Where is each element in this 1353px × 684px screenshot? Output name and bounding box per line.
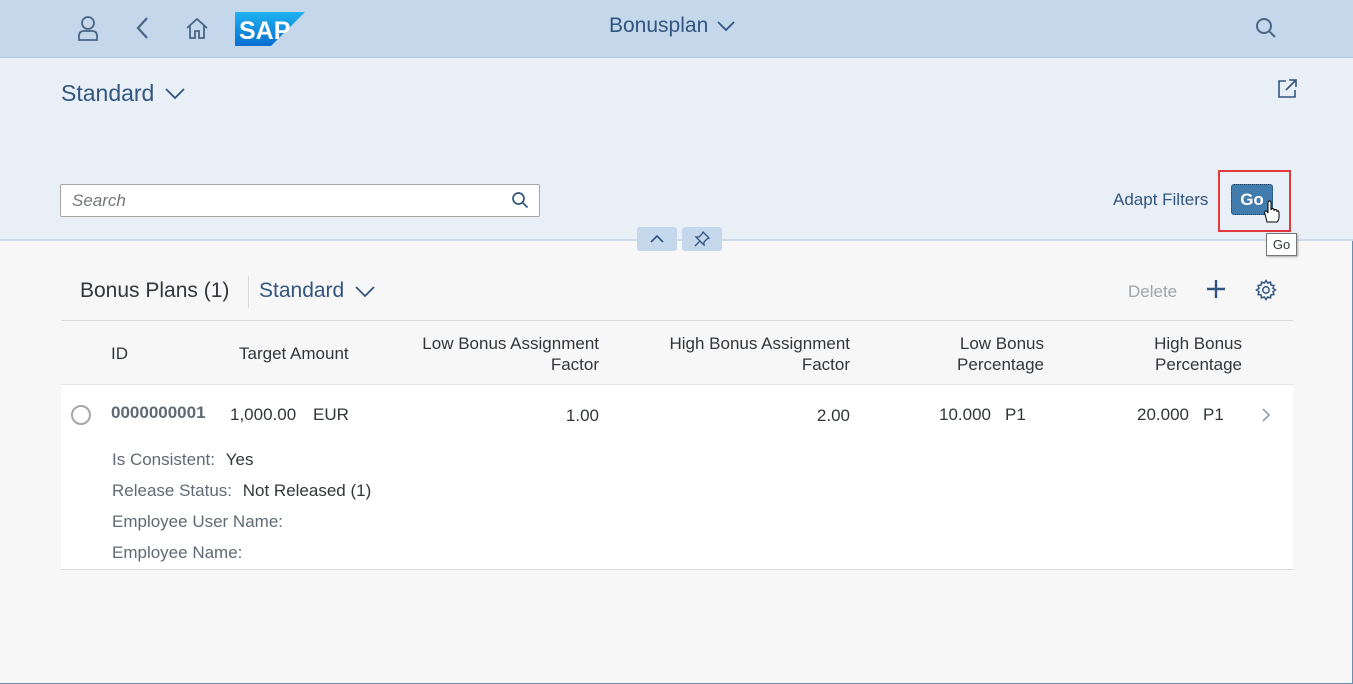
row-currency: EUR [313, 405, 349, 424]
column-header-low-factor-line2: Factor [550, 355, 599, 374]
row-low-percentage-unit: P1 [1005, 405, 1026, 424]
table-title: Bonus Plans (1) [80, 279, 230, 302]
table-row[interactable]: 0000000001 1,000.00 EUR 1.00 2.00 10.000… [61, 385, 1293, 570]
user-icon[interactable] [70, 10, 106, 46]
sap-logo-text: SAP [239, 17, 290, 45]
row-low-percentage: 10.000 [939, 405, 991, 424]
row-select-radio[interactable] [71, 405, 91, 425]
row-id: 0000000001 [111, 403, 206, 422]
column-header-target-amount[interactable]: Target Amount [239, 343, 349, 364]
column-header-high-factor-line2: Factor [801, 355, 850, 374]
shell-bar: SAP Bonusplan [0, 0, 1353, 58]
table-variant-selector[interactable]: Standard [259, 279, 376, 303]
search-icon[interactable] [1248, 10, 1284, 46]
chevron-down-icon [717, 21, 735, 32]
column-header-low-pct-line1: Low Bonus [959, 334, 1044, 353]
column-header-low-percentage[interactable]: Low Bonus Percentage [911, 333, 1044, 375]
chevron-down-icon [165, 88, 185, 100]
app-title-menu[interactable]: Bonusplan [609, 14, 736, 38]
row-high-percentage-unit: P1 [1203, 405, 1224, 424]
column-header-high-factor[interactable]: High Bonus Assignment Factor [651, 333, 851, 375]
search-icon[interactable] [511, 191, 529, 214]
table-variant-label: Standard [259, 279, 345, 302]
detail-is-consistent: Is Consistent: Yes [112, 450, 253, 470]
app-title: Bonusplan [609, 14, 709, 37]
delete-button[interactable]: Delete [1128, 282, 1177, 302]
column-header-high-percentage[interactable]: High Bonus Percentage [1111, 333, 1242, 375]
toolbar-separator [248, 276, 249, 308]
detail-label: Employee User Name: [112, 512, 284, 531]
row-high-factor: 2.00 [816, 406, 850, 425]
detail-employee-user-name: Employee User Name: [112, 512, 289, 532]
table-column-header: ID Target Amount Low Bonus Assignment Fa… [61, 321, 1293, 385]
column-header-high-factor-line1: High Bonus Assignment [669, 334, 851, 353]
pin-header-button[interactable] [682, 227, 722, 251]
home-icon[interactable] [179, 10, 215, 46]
share-icon[interactable] [1276, 78, 1298, 105]
column-header-high-pct-line1: High Bonus [1154, 334, 1242, 353]
detail-label: Is Consistent: [112, 450, 215, 469]
table-toolbar: Bonus Plans (1) Standard Delete [61, 262, 1293, 321]
row-navigation-chevron-icon[interactable] [1261, 407, 1271, 428]
column-header-low-pct-line2: Percentage [957, 355, 1044, 374]
variant-label: Standard [61, 80, 155, 106]
detail-employee-name: Employee Name: [112, 543, 248, 563]
row-low-factor: 1.00 [565, 406, 599, 425]
collapse-header-button[interactable] [637, 227, 677, 251]
chevron-down-icon [355, 285, 375, 297]
column-header-low-factor[interactable]: Low Bonus Assignment Factor [401, 333, 599, 375]
search-field[interactable] [60, 184, 540, 217]
bonus-plans-table: Bonus Plans (1) Standard Delete ID Targe… [61, 262, 1293, 570]
back-icon[interactable] [125, 10, 161, 46]
adapt-filters-button[interactable]: Adapt Filters [1113, 190, 1208, 210]
go-tooltip: Go [1266, 233, 1297, 256]
detail-release-status: Release Status: Not Released (1) [112, 481, 371, 501]
chevron-up-icon [650, 234, 664, 243]
settings-gear-icon[interactable] [1255, 279, 1277, 306]
pin-icon [694, 231, 710, 247]
detail-value: Yes [225, 450, 254, 469]
detail-label: Employee Name: [112, 543, 243, 562]
variant-selector[interactable]: Standard [61, 80, 186, 107]
detail-value: Not Released (1) [242, 481, 372, 500]
column-header-id[interactable]: ID [111, 343, 128, 364]
column-header-low-factor-line1: Low Bonus Assignment [422, 334, 599, 353]
column-header-high-pct-line2: Percentage [1155, 355, 1242, 374]
search-input[interactable] [61, 185, 501, 216]
sap-logo[interactable]: SAP [235, 12, 305, 46]
add-icon[interactable] [1205, 278, 1227, 305]
detail-label: Release Status: [112, 481, 233, 500]
row-target-amount: 1,000.00 [230, 405, 297, 424]
hand-cursor-icon [1262, 200, 1280, 229]
row-high-percentage: 20.000 [1137, 405, 1189, 424]
